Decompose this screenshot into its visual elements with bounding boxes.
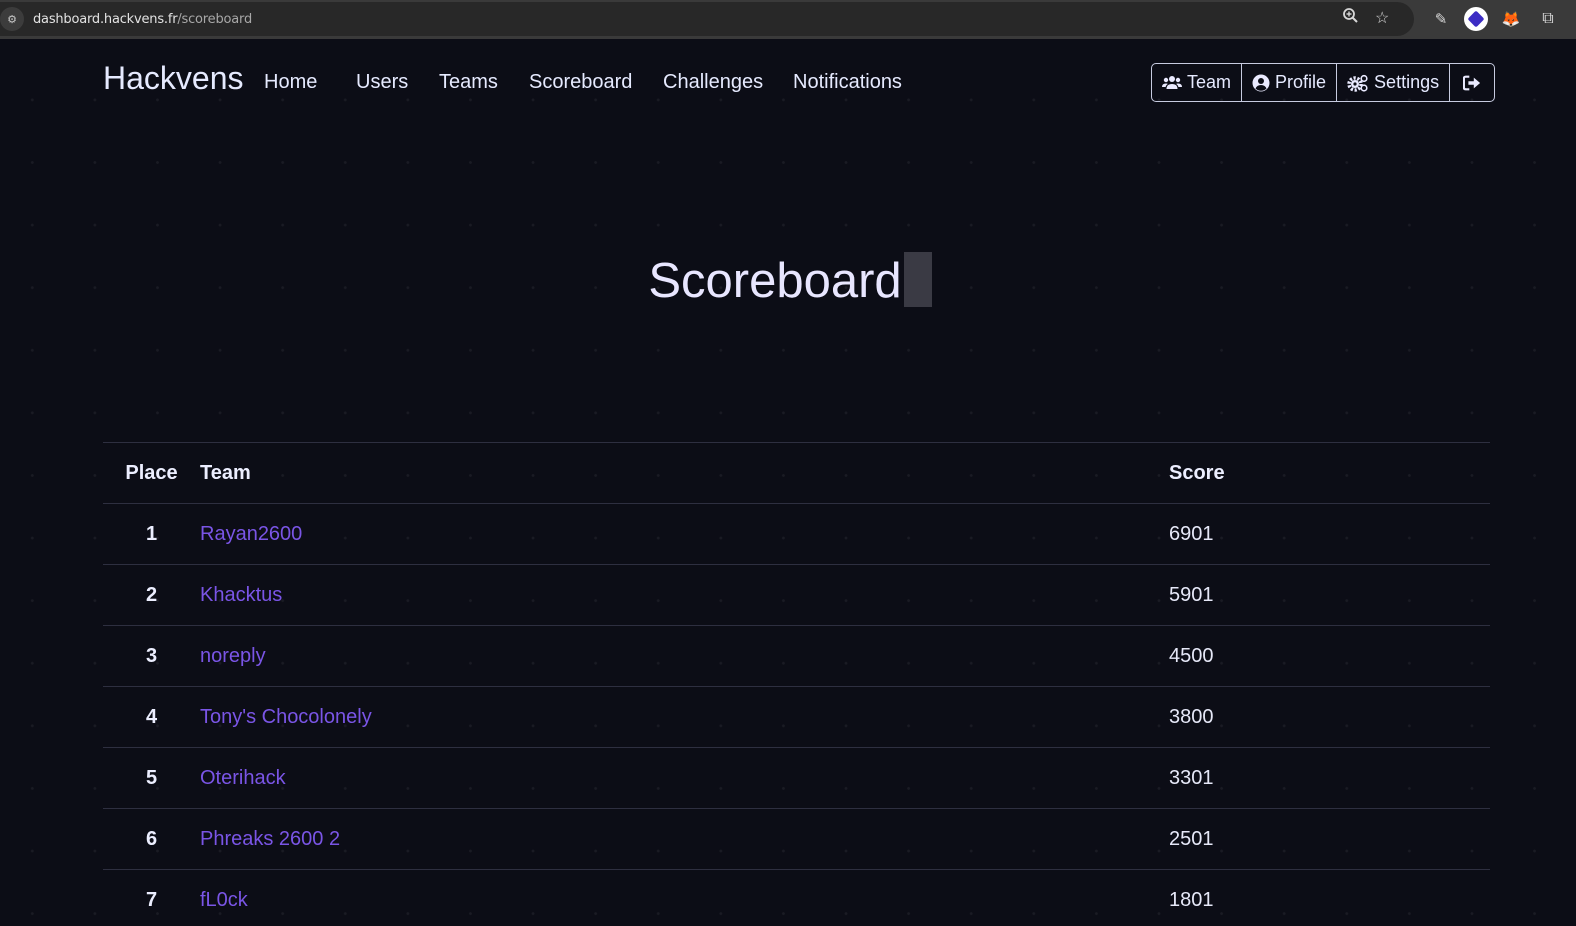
score-cell: 2501 bbox=[1169, 808, 1490, 870]
profile-button-label: Profile bbox=[1275, 72, 1327, 92]
page-title: Scoreboard bbox=[0, 252, 1576, 309]
user-circle-icon bbox=[1252, 74, 1270, 92]
table-row: 2 Khacktus 5901 bbox=[103, 564, 1490, 626]
scoreboard-table: Place Team Score 1 Rayan2600 6901 2 Khac… bbox=[103, 442, 1490, 926]
place-cell: 1 bbox=[103, 503, 200, 565]
header-place[interactable]: Place bbox=[103, 442, 200, 504]
browser-toolbar: ⚙ dashboard.hackvens.fr/scoreboard ☆ ✎ 🦊… bbox=[0, 0, 1576, 39]
score-cell: 3301 bbox=[1169, 747, 1490, 809]
url-path: /scoreboard bbox=[177, 11, 252, 27]
nav-users[interactable]: Users bbox=[356, 71, 408, 94]
layers-extension-icon[interactable] bbox=[1464, 7, 1488, 31]
user-actions: Team Profile Settings bbox=[1151, 63, 1496, 102]
logout-button[interactable] bbox=[1450, 64, 1494, 101]
table-header-row: Place Team Score bbox=[103, 442, 1490, 504]
table-row: 3 noreply 4500 bbox=[103, 625, 1490, 687]
team-link[interactable]: fL0ck bbox=[200, 889, 248, 911]
bookmark-star-icon[interactable]: ☆ bbox=[1375, 8, 1389, 28]
users-icon bbox=[1162, 74, 1182, 92]
url-text[interactable]: dashboard.hackvens.fr/scoreboard bbox=[33, 12, 252, 27]
brand-logo[interactable]: Hackvens bbox=[103, 60, 244, 97]
table-row: 4 Tony's Chocolonely 3800 bbox=[103, 686, 1490, 748]
url-host: dashboard.hackvens.fr bbox=[33, 11, 178, 27]
page-title-text: Scoreboard bbox=[648, 254, 902, 308]
team-link[interactable]: Oterihack bbox=[200, 767, 286, 789]
score-cell: 3800 bbox=[1169, 686, 1490, 748]
eyedropper-extension-icon[interactable]: ✎ bbox=[1430, 8, 1452, 30]
team-button-label: Team bbox=[1187, 72, 1232, 92]
score-cell: 6901 bbox=[1169, 503, 1490, 565]
team-button[interactable]: Team bbox=[1152, 64, 1243, 101]
team-link[interactable]: Khacktus bbox=[200, 584, 282, 606]
settings-button[interactable]: Settings bbox=[1337, 64, 1451, 101]
site-info-icon[interactable]: ⚙ bbox=[0, 7, 24, 31]
team-link[interactable]: Tony's Chocolonely bbox=[200, 706, 372, 728]
header-team[interactable]: Team bbox=[200, 442, 1169, 504]
settings-button-label: Settings bbox=[1374, 72, 1440, 92]
table-row: 7 fL0ck 1801 bbox=[103, 869, 1490, 926]
score-cell: 4500 bbox=[1169, 625, 1490, 687]
team-link[interactable]: Phreaks 2600 2 bbox=[200, 828, 340, 850]
nav-scoreboard[interactable]: Scoreboard bbox=[529, 71, 632, 94]
gears-icon bbox=[1347, 74, 1369, 92]
table-row: 1 Rayan2600 6901 bbox=[103, 503, 1490, 565]
address-bar[interactable]: ⚙ dashboard.hackvens.fr/scoreboard bbox=[0, 2, 1414, 36]
team-link[interactable]: noreply bbox=[200, 645, 266, 667]
nav-home[interactable]: Home bbox=[264, 71, 317, 94]
zoom-icon[interactable] bbox=[1342, 7, 1359, 29]
metamask-fox-extension-icon[interactable]: 🦊 bbox=[1500, 8, 1522, 30]
place-cell: 6 bbox=[103, 808, 200, 870]
table-row: 6 Phreaks 2600 2 2501 bbox=[103, 808, 1490, 870]
nav-teams[interactable]: Teams bbox=[439, 71, 498, 94]
table-row: 5 Oterihack 3301 bbox=[103, 747, 1490, 809]
sign-out-icon bbox=[1463, 74, 1481, 92]
profile-button[interactable]: Profile bbox=[1242, 64, 1338, 101]
place-cell: 7 bbox=[103, 869, 200, 926]
team-link[interactable]: Rayan2600 bbox=[200, 523, 302, 545]
header-score[interactable]: Score bbox=[1169, 442, 1490, 504]
text-cursor-block bbox=[903, 252, 932, 307]
score-cell: 1801 bbox=[1169, 869, 1490, 926]
nav-notifications[interactable]: Notifications bbox=[793, 71, 902, 94]
nav-challenges[interactable]: Challenges bbox=[663, 71, 763, 94]
place-cell: 2 bbox=[103, 564, 200, 626]
place-cell: 5 bbox=[103, 747, 200, 809]
score-cell: 5901 bbox=[1169, 564, 1490, 626]
place-cell: 4 bbox=[103, 686, 200, 748]
place-cell: 3 bbox=[103, 625, 200, 687]
extensions-puzzle-icon[interactable]: ⧉ bbox=[1537, 8, 1559, 30]
